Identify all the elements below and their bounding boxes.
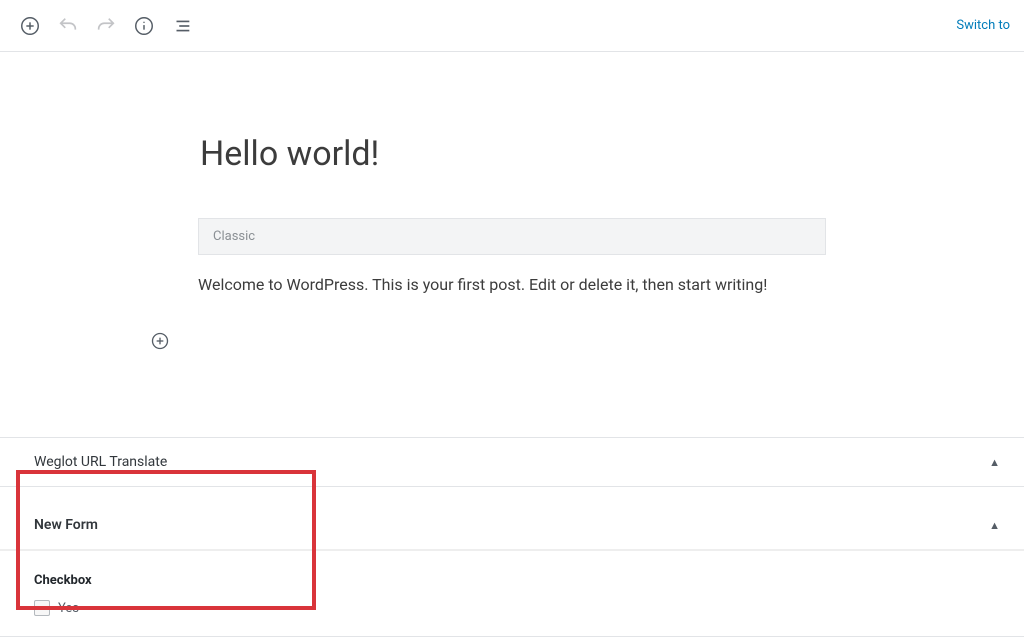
checkbox-option-label: Yes — [58, 601, 79, 616]
redo-icon — [95, 15, 117, 37]
toolbar-left-group — [14, 10, 198, 42]
outline-button[interactable] — [166, 10, 198, 42]
checkbox-field-label: Checkbox — [34, 573, 1000, 588]
top-toolbar: Switch to — [0, 0, 1024, 52]
redo-button[interactable] — [90, 10, 122, 42]
switch-to-link[interactable]: Switch to — [956, 18, 1010, 33]
plus-circle-icon — [150, 331, 170, 351]
add-block-inline-button[interactable] — [146, 327, 174, 355]
meta-panels: Weglot URL Translate ▲ New Form ▲ Checkb… — [0, 437, 1024, 637]
list-icon — [171, 15, 193, 37]
panel-newform-body: Checkbox Yes — [0, 550, 1024, 636]
undo-icon — [57, 15, 79, 37]
classic-block-header[interactable]: Classic — [198, 218, 826, 255]
panel-weglot-title: Weglot URL Translate — [34, 454, 167, 470]
info-button[interactable] — [128, 10, 160, 42]
checkbox-input[interactable] — [34, 600, 50, 616]
plus-circle-icon — [19, 15, 41, 37]
undo-button[interactable] — [52, 10, 84, 42]
add-block-button[interactable] — [14, 10, 46, 42]
panel-weglot: Weglot URL Translate ▲ — [0, 437, 1024, 487]
caret-up-icon: ▲ — [989, 519, 1000, 532]
post-title[interactable]: Hello world! — [198, 134, 826, 174]
panel-weglot-header[interactable]: Weglot URL Translate ▲ — [0, 438, 1024, 486]
info-icon — [133, 15, 155, 37]
editor-area: Hello world! Classic Welcome to WordPres… — [0, 52, 1024, 327]
panel-newform-title: New Form — [34, 517, 98, 533]
caret-up-icon: ▲ — [989, 456, 1000, 469]
checkbox-row: Yes — [34, 600, 1000, 616]
editor-inner: Hello world! Classic Welcome to WordPres… — [198, 134, 826, 297]
post-body[interactable]: Welcome to WordPress. This is your first… — [198, 273, 826, 297]
panel-newform-header[interactable]: New Form ▲ — [0, 501, 1024, 550]
panel-newform: New Form ▲ Checkbox Yes — [0, 501, 1024, 637]
